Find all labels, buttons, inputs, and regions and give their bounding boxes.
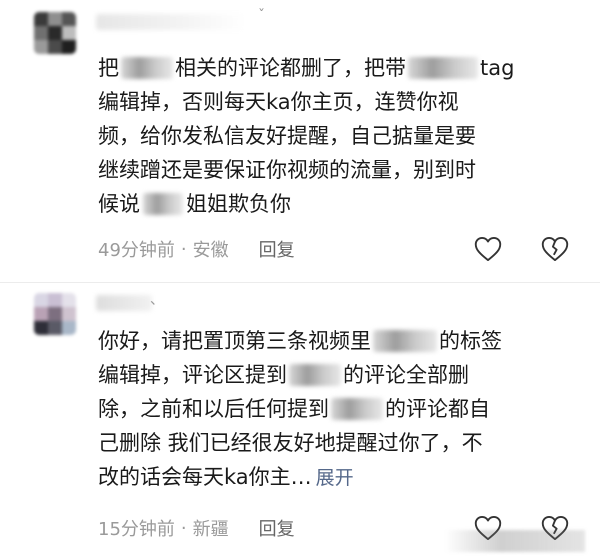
username-redacted[interactable]	[96, 14, 246, 30]
heart-outline-icon[interactable]	[474, 236, 502, 262]
comment-line: 编辑掉，否则每天ka你主页，连赞你视	[98, 90, 459, 114]
broken-heart-icon[interactable]	[541, 236, 569, 262]
comment-line: 己删除 我们已经很友好地提醒过你了，不	[98, 431, 483, 455]
comment-time: 15分钟前	[98, 519, 175, 540]
comment-item: ˇ 把相关的评论都删了，把带 tag 编辑掉，否则每天ka你主页，连赞你视 频，给…	[0, 0, 600, 282]
expand-link[interactable]: 展开	[316, 467, 354, 489]
comment-text: 把相关的评论都删了，把带 tag 编辑掉，否则每天ka你主页，连赞你视 频，给你发…	[98, 51, 568, 221]
username-mark: ˇ	[258, 8, 265, 24]
meta-separator: ·	[180, 238, 187, 260]
redacted-text	[143, 193, 183, 215]
comment-location: 安徽	[192, 240, 229, 261]
comment-line: 除，之前和以后任何提到 的评论都自	[98, 397, 490, 421]
comment-line: 频，给你发私信友好提醒，自己掂量是要	[98, 124, 476, 148]
comment-meta: 49分钟前 · 安徽 回复	[98, 236, 295, 262]
meta-separator: ·	[180, 517, 187, 539]
reply-button[interactable]: 回复	[259, 515, 295, 541]
comment-meta: 15分钟前 · 新疆 回复	[98, 515, 295, 541]
comment-line: 把相关的评论都删了，把带 tag	[98, 56, 515, 80]
comment-text: 你好，请把置顶第三条视频里 的标签 编辑掉，评论区提到 的评论全部删 除，之前和以后…	[98, 324, 568, 494]
watermark-redacted	[445, 530, 585, 552]
redacted-text	[331, 398, 383, 420]
comment-time: 49分钟前	[98, 240, 175, 261]
comment-location: 新疆	[192, 519, 229, 540]
comment-line: 编辑掉，评论区提到 的评论全部删	[98, 363, 469, 387]
comment-line: 改的话会每天ka你主… 展开	[98, 465, 354, 489]
comment-line: 你好，请把置顶第三条视频里 的标签	[98, 329, 502, 353]
redacted-text	[289, 364, 341, 386]
comment-line: 继续蹭还是要保证你视频的流量，别到时	[98, 158, 476, 182]
reply-button[interactable]: 回复	[259, 236, 295, 262]
redacted-text	[121, 57, 173, 79]
username-mark: 、	[150, 292, 164, 308]
comment-line: 候说 姐姐欺负你	[98, 192, 291, 216]
comment-item: 、 你好，请把置顶第三条视频里 的标签 编辑掉，评论区提到 的评论全部删 除，之前和…	[0, 282, 600, 559]
username-redacted[interactable]	[96, 295, 152, 311]
redacted-text	[373, 330, 437, 352]
avatar[interactable]	[34, 12, 76, 54]
avatar[interactable]	[34, 293, 76, 335]
redacted-text	[408, 57, 478, 79]
